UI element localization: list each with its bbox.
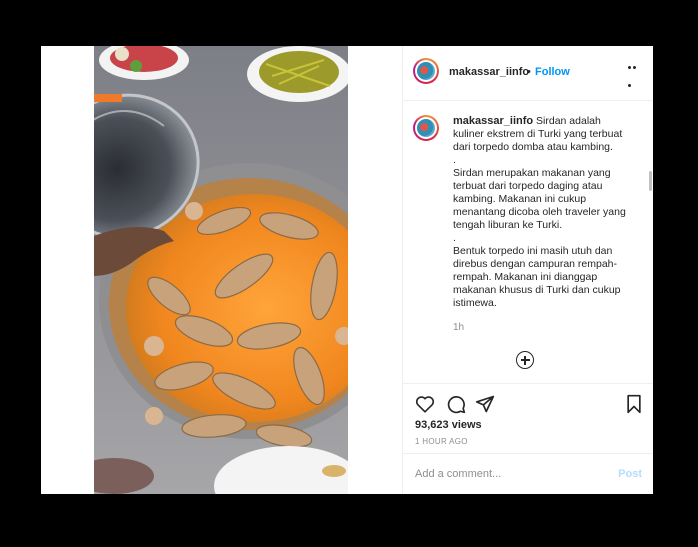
post-header: makassar_iinfo • Follow [403,46,653,101]
caption-avatar[interactable] [413,115,439,141]
heart-icon[interactable] [415,395,435,413]
separator-dot: • [527,66,531,78]
caption-username[interactable]: makassar_iinfo [453,115,533,127]
header-username[interactable]: makassar_iinfo [449,66,529,78]
food-video-frame [94,46,348,494]
profile-picture-icon [417,119,435,137]
share-icon[interactable] [475,394,495,414]
caption-text: makassar_iinfo Sirdan adalah kuliner eks… [453,115,629,310]
bookmark-icon[interactable] [625,394,643,414]
caption-scrollbar[interactable] [649,171,652,191]
post-side-panel: makassar_iinfo • Follow makassar_iinfo S… [402,46,653,494]
comment-icon[interactable] [446,394,466,414]
post-media [41,46,402,494]
instagram-post-card: makassar_iinfo • Follow makassar_iinfo S… [41,46,653,494]
comment-input[interactable]: Add a comment... [415,468,501,480]
profile-picture-icon [417,62,435,80]
plus-circle-icon[interactable] [516,351,534,369]
caption-line-5: Bentuk torpedo ini masih utuh dan direbu… [453,245,624,309]
caption-timestamp[interactable]: 1h [453,322,464,333]
post-comment-button[interactable]: Post [618,468,642,480]
caption-line-3: Sirdan merupakan makanan yang terbuat da… [453,167,629,231]
avatar[interactable] [413,58,439,84]
follow-button[interactable]: Follow [535,66,570,78]
view-count[interactable]: 93,623 views [415,419,482,431]
caption-line-4: . [453,232,456,244]
post-time-ago[interactable]: 1 HOUR AGO [415,437,468,446]
comment-bar: Add a comment... Post [403,453,653,494]
video-player[interactable] [94,46,348,494]
action-bar: 93,623 views 1 HOUR AGO [403,383,653,454]
more-dots-icon[interactable] [628,66,642,87]
caption-line-2: . [453,154,456,166]
caption-area: makassar_iinfo Sirdan adalah kuliner eks… [403,101,653,383]
